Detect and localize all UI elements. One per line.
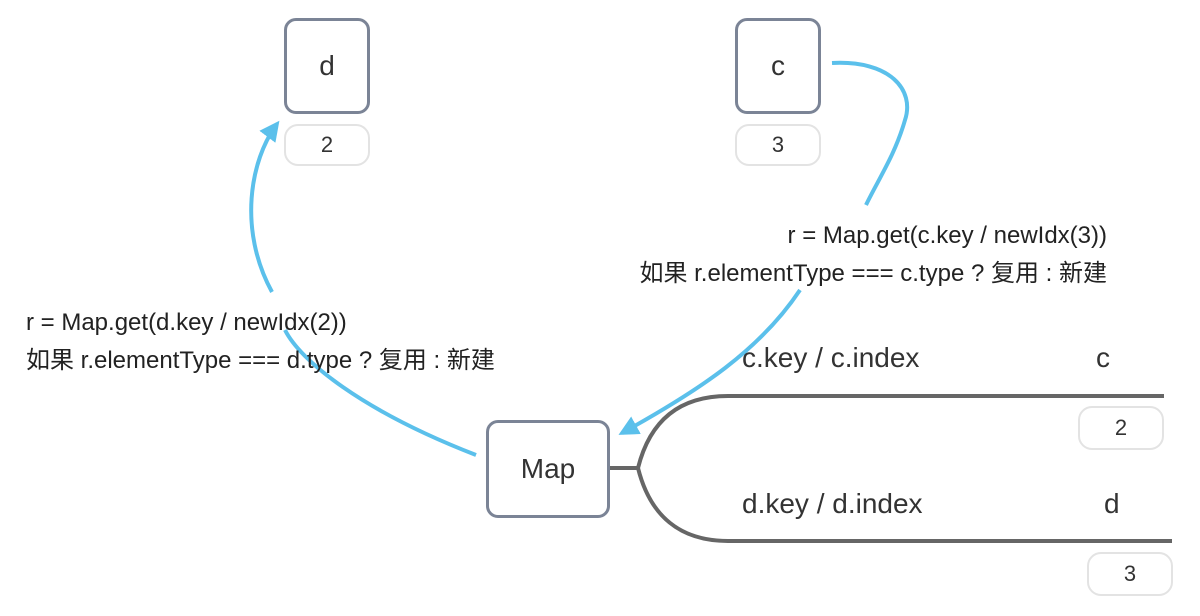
map-node-label: Map (520, 453, 576, 484)
map-node: Map (486, 420, 610, 518)
map-entry-c-index-badge: 2 (1078, 406, 1164, 450)
map-entry-d-key: d.key / d.index (742, 488, 923, 519)
map-entry-c-index: 2 (1114, 415, 1128, 440)
note-c-line2: 如果 r.elementType === c.type ? 复用 : 新建 (639, 260, 1107, 287)
map-entry-d-index: 3 (1123, 561, 1137, 586)
node-d-badge-value: 2 (320, 132, 334, 157)
map-entry-c-value: c (1096, 342, 1110, 373)
note-c: r = Map.get(c.key / newIdx(3)) 如果 r.elem… (500, 217, 1107, 293)
note-c-line1: r = Map.get(c.key / newIdx(3)) (787, 222, 1107, 249)
node-d-label: d (319, 50, 335, 81)
map-entry-d-index-badge: 3 (1087, 552, 1173, 596)
note-d-line2: 如果 r.elementType === d.type ? 复用 : 新建 (26, 347, 495, 374)
node-d-badge: 2 (284, 124, 370, 166)
map-entry-d-value: d (1104, 488, 1120, 519)
arrow-map-to-d (249, 124, 477, 457)
map-entry-c-key: c.key / c.index (742, 342, 920, 373)
node-c-badge-value: 3 (771, 132, 785, 157)
node-c-label: c (771, 50, 785, 81)
node-d: d (284, 18, 370, 114)
note-d-line1: r = Map.get(d.key / newIdx(2)) (26, 309, 347, 336)
note-d: r = Map.get(d.key / newIdx(2)) 如果 r.elem… (26, 304, 495, 380)
node-c-badge: 3 (735, 124, 821, 166)
node-c: c (735, 18, 821, 114)
